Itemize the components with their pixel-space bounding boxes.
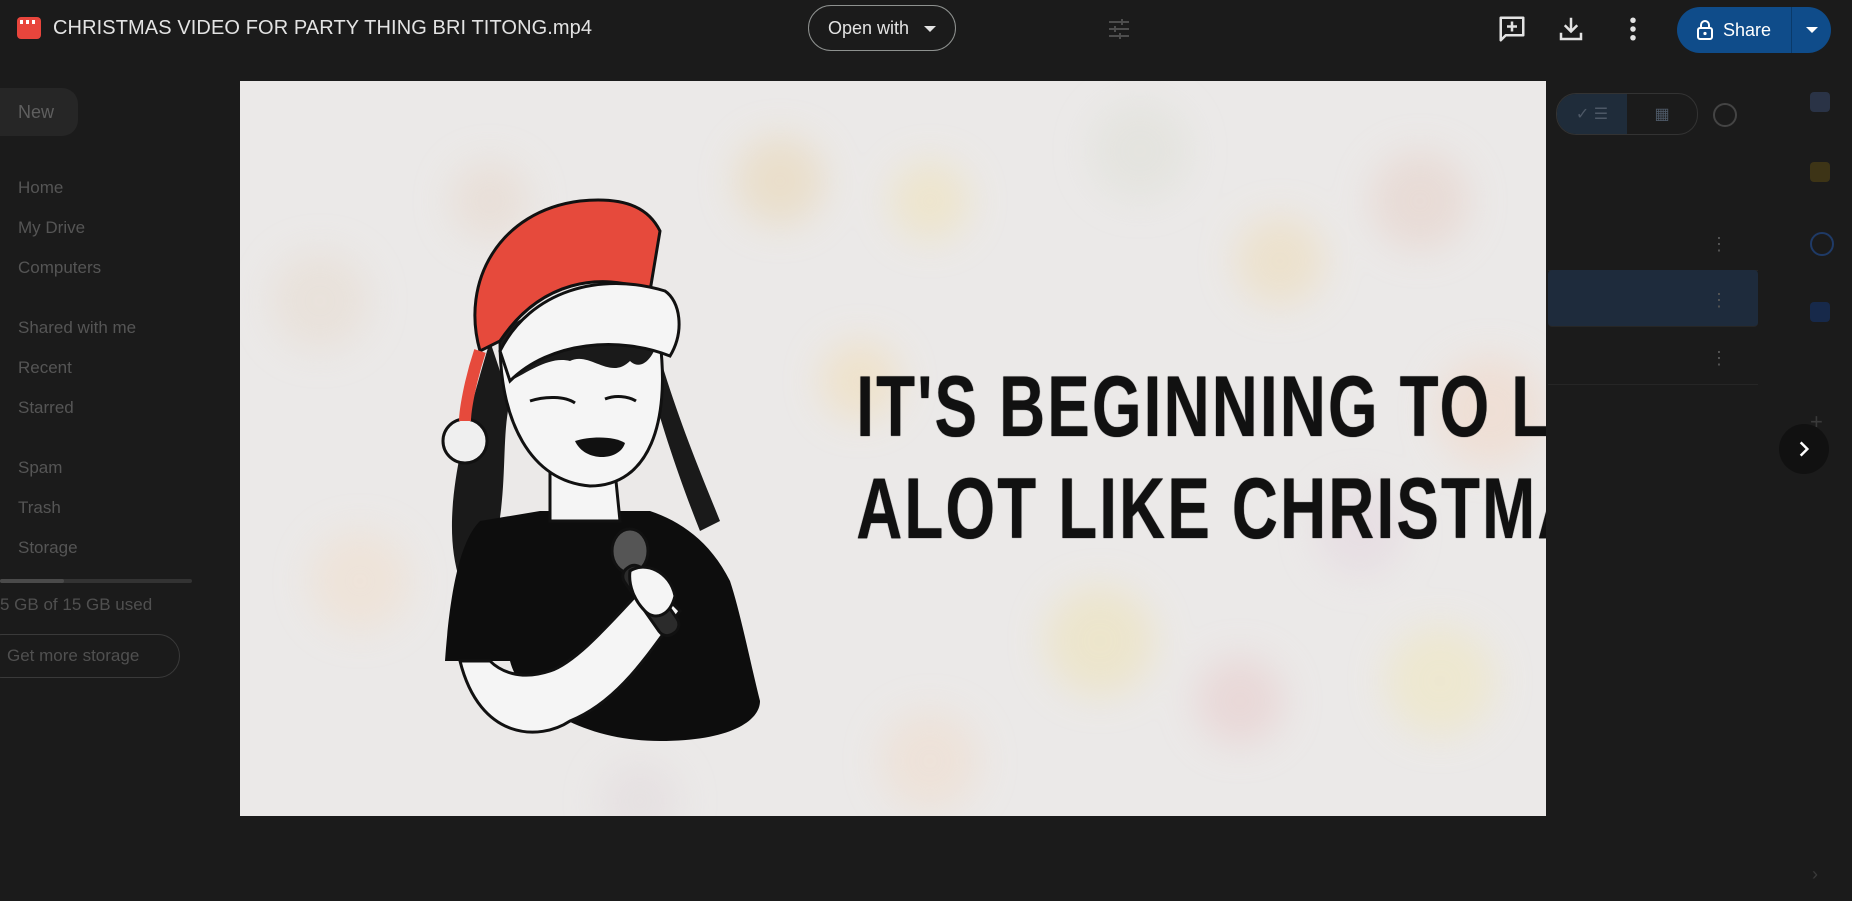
new-button: New xyxy=(0,88,78,136)
video-file-icon xyxy=(17,17,41,39)
lock-icon xyxy=(1697,20,1713,40)
keep-icon xyxy=(1810,162,1830,182)
open-with-label: Open with xyxy=(828,17,910,38)
share-main[interactable]: Share xyxy=(1677,7,1791,53)
list-view-icon: ✓ ☰ xyxy=(1557,94,1627,134)
file-title: CHRISTMAS VIDEO FOR PARTY THING BRI TITO… xyxy=(53,17,593,39)
sidebar-item-home: Home xyxy=(18,178,64,197)
sidebar-item-starred: Starred xyxy=(18,398,74,417)
view-toggle: ✓ ☰ ▦ xyxy=(1556,93,1698,135)
share-label: Share xyxy=(1723,19,1772,40)
more-vert-icon[interactable] xyxy=(1618,14,1648,44)
sidebar-item-spam: Spam xyxy=(18,458,63,477)
contacts-icon xyxy=(1810,302,1830,322)
get-more-storage-button: Get more storage xyxy=(0,634,180,678)
video-player[interactable]: IT'S BEGINNING TO LOOK ALOT LIKE CHRISTM… xyxy=(240,81,1546,816)
list-item: ⋮ xyxy=(1548,328,1758,385)
sidebar-item-shared: Shared with me xyxy=(18,318,137,337)
chevron-right-icon xyxy=(1799,441,1810,457)
sidebar-item-computers: Computers xyxy=(18,258,102,277)
sidebar-item-recent: Recent xyxy=(18,358,72,377)
next-file-button[interactable] xyxy=(1779,424,1829,474)
caption-line: IT'S BEGINNING TO LOOK xyxy=(856,359,1546,455)
storage-text: 5 GB of 15 GB used xyxy=(0,595,153,614)
caret-down-icon xyxy=(1805,27,1818,33)
list-item: ⋮ xyxy=(1548,270,1758,327)
tasks-icon xyxy=(1810,232,1834,256)
info-icon xyxy=(1713,103,1737,127)
chevron-right-icon: › xyxy=(1812,864,1818,884)
open-with-button[interactable]: Open with xyxy=(808,5,956,51)
sidebar-item-storage: Storage xyxy=(18,538,78,557)
video-caption: IT'S BEGINNING TO LOOK ALOT LIKE CHRISTM… xyxy=(856,356,1546,560)
list-item: ⋮ xyxy=(1548,214,1758,271)
add-comment-icon[interactable] xyxy=(1497,14,1527,44)
sidebar-item-my-drive: My Drive xyxy=(18,218,86,237)
caption-line: ALOT LIKE CHRISTMAS xyxy=(856,461,1546,557)
download-icon[interactable] xyxy=(1556,14,1586,44)
share-options-dropdown[interactable] xyxy=(1792,7,1831,53)
share-button[interactable]: Share xyxy=(1677,7,1831,53)
grid-view-icon: ▦ xyxy=(1654,106,1670,123)
caret-down-icon xyxy=(924,26,936,32)
singer-illustration xyxy=(441,198,760,741)
tune-icon xyxy=(1109,19,1129,39)
viewer-topbar: CHRISTMAS VIDEO FOR PARTY THING BRI TITO… xyxy=(0,0,1852,58)
calendar-icon xyxy=(1810,92,1830,112)
sidebar-item-trash: Trash xyxy=(18,498,61,517)
storage-bar xyxy=(0,579,192,583)
